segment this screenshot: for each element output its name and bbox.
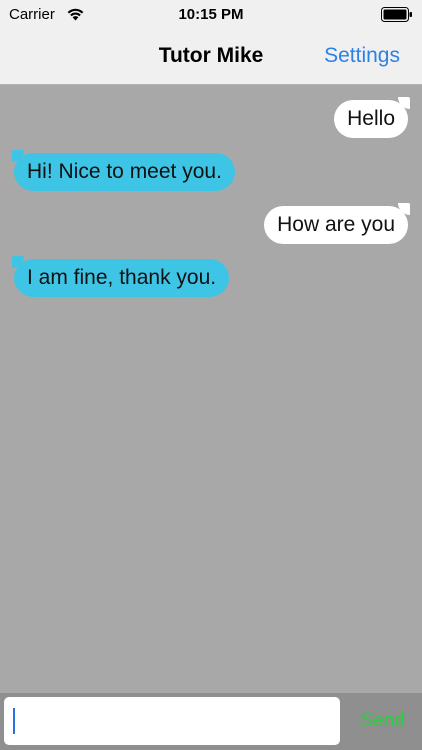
message-bubble-outgoing: Hello xyxy=(334,97,410,138)
message-bubble-outgoing: How are you xyxy=(264,203,410,244)
text-caret xyxy=(13,708,15,734)
status-time: 10:15 PM xyxy=(178,6,244,23)
message-composer: Send xyxy=(0,693,422,750)
message-input[interactable] xyxy=(4,697,340,745)
battery-icon xyxy=(381,7,412,22)
message-bubble-incoming: Hi! Nice to meet you. xyxy=(12,150,235,191)
settings-button[interactable]: Settings xyxy=(324,44,400,68)
status-bar: Carrier 10:15 PM xyxy=(0,0,422,30)
message-list[interactable]: Hello Hi! Nice to meet you. How are you … xyxy=(0,85,422,693)
navigation-bar: Tutor Mike Settings xyxy=(0,30,422,85)
message-bubble-incoming: I am fine, thank you. xyxy=(11,256,230,297)
send-button[interactable]: Send xyxy=(361,710,405,732)
